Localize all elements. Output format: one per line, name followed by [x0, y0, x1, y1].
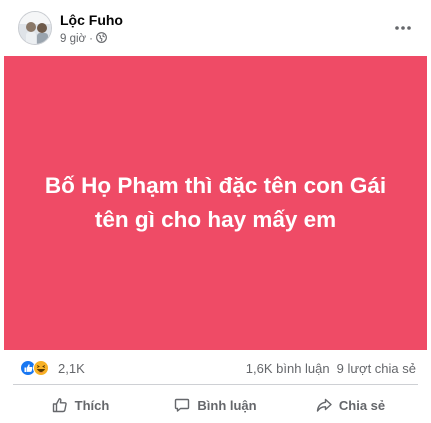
post-text: Bố Họ Phạm thì đặc tên con Gái tên gì ch… — [21, 169, 411, 237]
like-label: Thích — [74, 397, 110, 413]
comment-label: Bình luận — [197, 397, 257, 413]
post-header: Lộc Fuho 9 giờ · — [0, 0, 431, 55]
engagement-counts: 1,6K bình luận 9 lượt chia sẻ — [246, 361, 416, 376]
comment-count[interactable]: 1,6K bình luận — [246, 361, 330, 376]
post-time[interactable]: 9 giờ — [60, 33, 86, 45]
comment-button[interactable]: Bình luận — [148, 388, 283, 422]
share-count[interactable]: 9 lượt chia sẻ — [337, 361, 416, 376]
post-text-line-2: tên gì cho hay mấy em — [94, 207, 337, 232]
more-dots-icon — [395, 26, 411, 30]
meta-separator: · — [89, 33, 93, 45]
avatar-image — [19, 12, 51, 44]
reactions-summary[interactable]: 2,1K — [20, 360, 85, 376]
more-options-button[interactable] — [389, 14, 417, 42]
comment-icon — [175, 398, 190, 412]
post-text-line-1: Bố Họ Phạm thì đặc tên con Gái — [44, 173, 387, 198]
author-name[interactable]: Lộc Fuho — [60, 12, 123, 28]
post-card: Lộc Fuho 9 giờ · Bố Họ Phạm thì đặc tên … — [0, 0, 431, 423]
action-divider — [13, 384, 418, 385]
haha-icon — [33, 360, 49, 376]
avatar[interactable] — [18, 11, 52, 45]
post-meta: 9 giờ · — [60, 32, 107, 46]
thumbs-up-icon — [52, 398, 67, 413]
share-label: Chia sẻ — [338, 397, 386, 413]
reaction-icons — [20, 360, 49, 376]
post-banner: Bố Họ Phạm thì đặc tên con Gái tên gì ch… — [4, 56, 427, 350]
globe-icon — [96, 32, 107, 46]
share-button[interactable]: Chia sẻ — [283, 388, 418, 422]
reaction-count: 2,1K — [58, 360, 85, 376]
like-button[interactable]: Thích — [13, 388, 148, 422]
post-stats: 2,1K 1,6K bình luận 9 lượt chia sẻ — [0, 355, 431, 381]
post-actions: Thích Bình luận Chia sẻ — [13, 388, 418, 422]
share-icon — [316, 398, 332, 412]
